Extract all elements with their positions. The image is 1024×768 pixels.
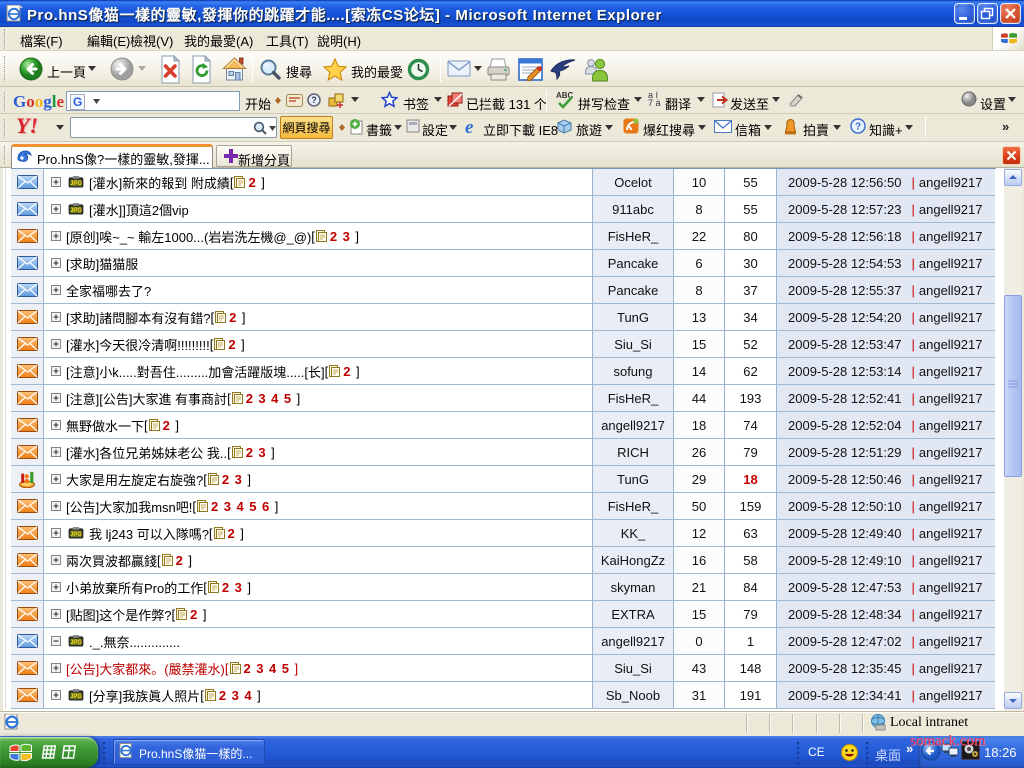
- svg-text:JPG: JPG: [70, 532, 82, 538]
- svg-text:JPG: JPG: [70, 694, 82, 700]
- svg-text:?: ?: [855, 122, 861, 133]
- svg-text:JPG: JPG: [70, 640, 82, 646]
- svg-text:?: ?: [311, 95, 317, 105]
- svg-text:JPG: JPG: [70, 208, 82, 214]
- svg-text:JPG: JPG: [70, 181, 82, 187]
